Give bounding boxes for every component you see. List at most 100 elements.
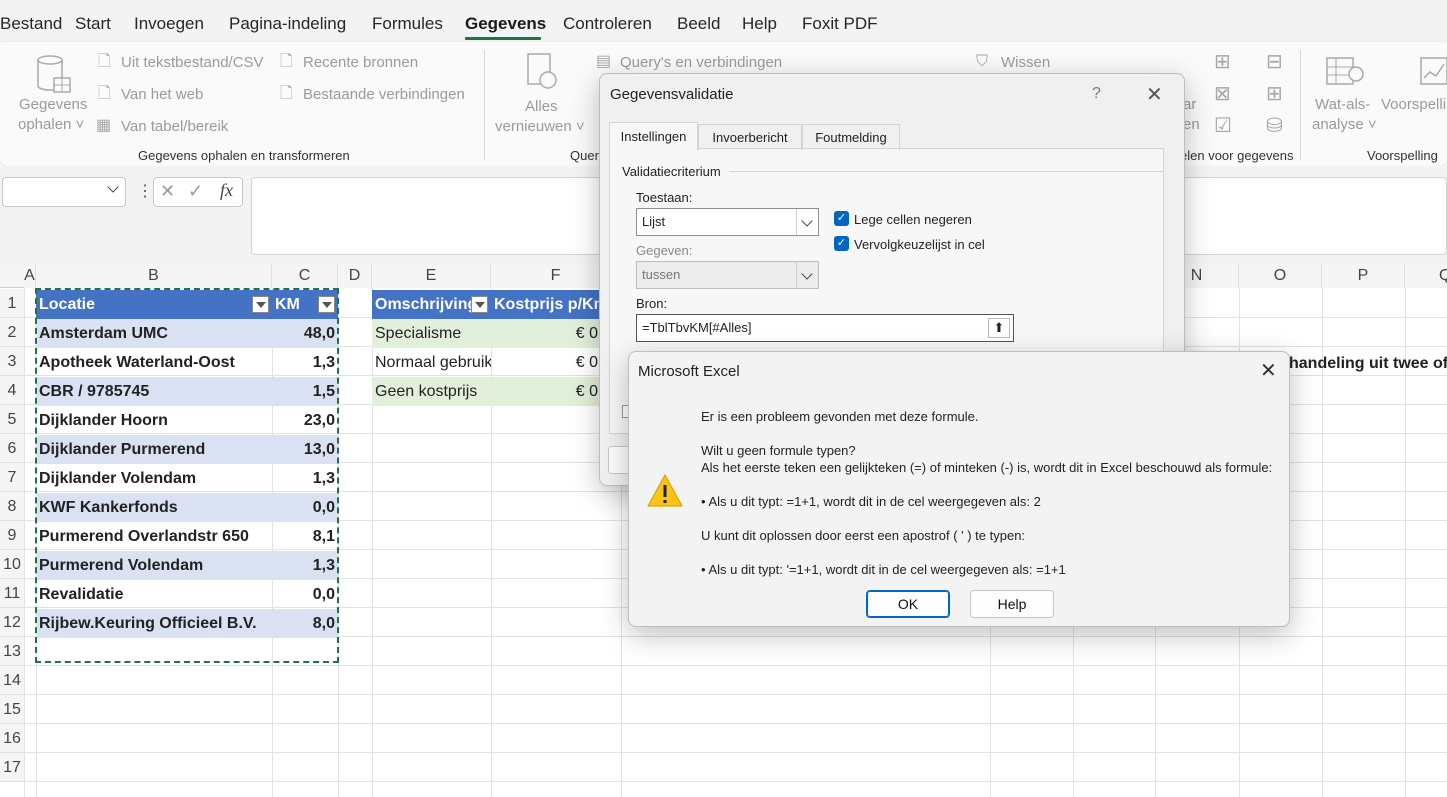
row-header[interactable]: 17 [0,753,24,782]
chevron-down-icon[interactable] [796,262,818,288]
from-text-button[interactable]: Uit tekstbestand/CSV [121,54,264,71]
menu-pagina-indeling[interactable]: Pagina-indeling [229,14,346,34]
flash-fill-icon[interactable]: ⊞ [1214,52,1231,72]
chevron-down-icon[interactable] [796,209,818,235]
menu-gegevens[interactable]: Gegevens [465,14,546,34]
help-button[interactable]: Help [970,590,1054,618]
row-header[interactable]: 5 [0,405,24,434]
data-validation-icon[interactable]: ☑ [1214,116,1232,136]
data-model-icon[interactable]: ⛁ [1266,116,1283,136]
clear-button[interactable]: Wissen [1001,54,1050,71]
row-header[interactable]: 13 [0,637,24,666]
row-header[interactable]: 8 [0,492,24,521]
table-cell[interactable]: 13,0 [272,435,338,464]
table-cell[interactable]: Revalidatie [36,580,272,609]
table-cell[interactable]: Normaal gebruik [372,348,491,377]
database-icon[interactable] [36,54,72,98]
dropdown-checkbox[interactable]: ✓ [834,236,849,251]
tab-instellingen[interactable]: Instellingen [609,122,698,150]
menu-invoegen[interactable]: Invoegen [134,14,204,34]
table-cell[interactable]: 1,3 [272,348,338,377]
table-cell[interactable]: 1,5 [272,377,338,406]
source-input[interactable]: =TblTbvKM[#Alles] ⬆ [636,314,1014,342]
menu-formules[interactable]: Formules [372,14,443,34]
table-cell[interactable]: 23,0 [272,406,338,435]
what-if-label2[interactable]: analyse ˅ [1312,116,1377,133]
row-header[interactable]: 11 [0,579,24,608]
row-header[interactable]: 10 [0,550,24,579]
what-if-label1[interactable]: Wat-als- [1315,96,1370,113]
forecast-sheet-icon[interactable] [1420,54,1447,90]
row-header[interactable]: 9 [0,521,24,550]
remove-duplicates-icon[interactable]: ⊠ [1214,84,1231,104]
table-cell[interactable]: Amsterdam UMC [36,319,272,348]
col-header-e[interactable]: E [372,264,491,288]
table-cell[interactable]: Purmerend Volendam [36,551,272,580]
chevron-down-icon[interactable] [107,181,119,193]
table-header-locatie[interactable]: Locatie [36,290,272,319]
table-cell[interactable]: 0,0 [272,580,338,609]
menu-controleren[interactable]: Controleren [563,14,652,34]
filter-dropdown-button[interactable] [318,296,335,313]
tab-foutmelding[interactable]: Foutmelding [802,124,900,150]
table-cell[interactable]: Dijklander Volendam [36,464,272,493]
table-cell[interactable]: 8,0 [272,609,338,638]
table-cell[interactable]: Apotheek Waterland-Oost [36,348,272,377]
insert-function-button[interactable]: fx [220,180,233,201]
table-cell[interactable]: 48,0 [272,319,338,348]
from-table-button[interactable]: Van tabel/bereik [121,118,228,135]
close-icon[interactable]: ✕ [1260,358,1277,383]
col-header-q[interactable]: Q [1405,264,1447,288]
table-cell[interactable]: 8,1 [272,522,338,551]
col-header-c[interactable]: C [272,264,338,288]
table-cell[interactable]: € 0 [491,377,601,406]
table-cell[interactable]: € 0 [491,319,601,348]
table-cell[interactable]: Geen kostprijs [372,377,491,406]
filter-dropdown-button[interactable] [471,296,488,313]
cancel-icon[interactable]: ✕ [160,181,175,202]
row-header[interactable]: 2 [0,318,24,347]
col-header-d[interactable]: D [338,264,372,288]
from-web-button[interactable]: Van het web [121,86,203,103]
row-header[interactable]: 3 [0,347,24,376]
data-select[interactable]: tussen [636,261,819,289]
get-data-label1[interactable]: Gegevens [19,96,87,113]
ok-button[interactable]: OK [866,590,950,618]
col-header-p[interactable]: P [1322,264,1405,288]
table-cell[interactable]: KWF Kankerfonds [36,493,272,522]
queries-connections-button[interactable]: Query's en verbindingen [620,54,782,71]
name-box[interactable] [2,177,126,207]
get-data-label2[interactable]: ophalen ˅ [18,116,84,133]
row-header[interactable]: 15 [0,695,24,724]
row-header[interactable]: 6 [0,434,24,463]
col-header-a[interactable]: A [24,264,36,288]
menu-help[interactable]: Help [742,14,777,34]
existing-connections-button[interactable]: Bestaande verbindingen [303,86,465,103]
relationships-icon[interactable]: ⊞ [1266,84,1283,104]
consolidate-icon[interactable]: ⊟ [1266,52,1283,72]
table-cell[interactable]: Purmerend Overlandstr 650 [36,522,272,551]
table-cell[interactable]: Specialisme [372,319,491,348]
col-header-o[interactable]: O [1239,264,1322,288]
row-header[interactable]: 7 [0,463,24,492]
close-icon[interactable]: ✕ [1146,82,1163,107]
menu-start[interactable]: Start [75,14,111,34]
row-header[interactable]: 14 [0,666,24,695]
table-cell[interactable]: 1,3 [272,551,338,580]
row-header[interactable]: 12 [0,608,24,637]
table-cell[interactable]: Dijklander Purmerend [36,435,272,464]
table-header-kostprijs[interactable]: Kostprijs p/Km [491,290,601,319]
ignore-blank-checkbox[interactable]: ✓ [834,211,849,226]
row-header[interactable]: 16 [0,724,24,753]
filter-sort-button[interactable] [252,296,269,313]
table-cell[interactable]: Rijbew.Keuring Officieel B.V. [36,609,272,638]
row-header[interactable]: 1 [0,289,24,318]
refresh-all-label1[interactable]: Alles [525,98,558,115]
collapse-dialog-icon[interactable]: ⬆ [988,318,1010,338]
table-cell[interactable]: 0,0 [272,493,338,522]
recent-sources-button[interactable]: Recente bronnen [303,54,418,71]
refresh-all-label2[interactable]: vernieuwen ˅ [495,118,585,135]
refresh-all-icon[interactable] [526,52,560,92]
row-header[interactable]: 4 [0,376,24,405]
col-header-b[interactable]: B [36,264,272,288]
